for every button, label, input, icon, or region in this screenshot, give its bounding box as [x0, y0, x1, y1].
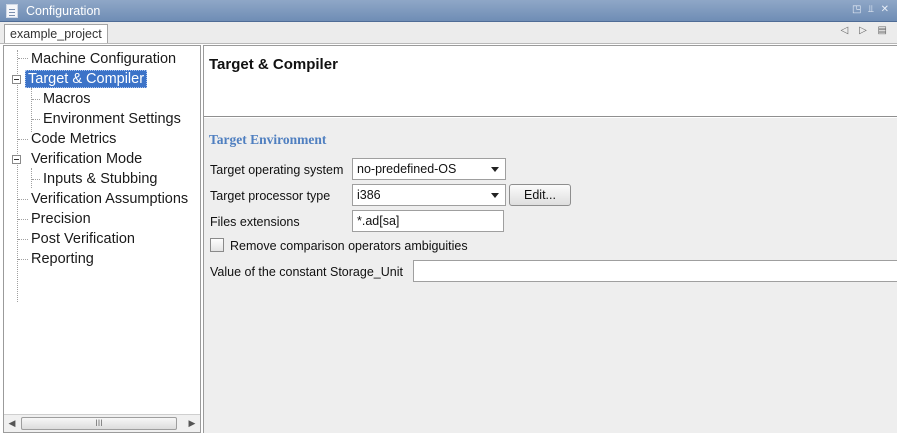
tree-connector: [18, 259, 28, 260]
edit-button[interactable]: Edit...: [509, 184, 571, 206]
tree-item-verification-mode[interactable]: Verification Mode: [29, 149, 144, 169]
remove-ambiguities-checkbox[interactable]: [210, 238, 224, 252]
settings-header: Target & Compiler: [204, 46, 897, 117]
processor-type-label: Target processor type: [210, 189, 331, 203]
tree-item-label: Environment Settings: [43, 111, 181, 127]
tab-navigation-icons[interactable]: ◁ ▷ ▤: [841, 25, 891, 36]
tree-connector: [18, 139, 28, 140]
tree-item-label: Inputs & Stubbing: [43, 171, 158, 187]
tree-connector: [32, 179, 40, 180]
tree-item-machine-configuration[interactable]: Machine Configuration: [29, 49, 178, 69]
tree-item-label: Verification Assumptions: [31, 191, 189, 207]
tree-item-label: Reporting: [31, 251, 94, 267]
scroll-left-icon[interactable]: ◀: [4, 415, 20, 432]
files-extensions-input[interactable]: *.ad[sa]: [352, 210, 504, 232]
tree-connector: [32, 99, 40, 100]
tree-item-label: Macros: [43, 91, 91, 107]
tree-item-label: Machine Configuration: [31, 51, 177, 67]
tree-connector: [17, 50, 18, 302]
processor-type-value: i386: [357, 188, 381, 202]
tree-item-code-metrics[interactable]: Code Metrics: [29, 129, 118, 149]
tree-item-label: Target & Compiler: [25, 70, 148, 88]
tree-connector: [18, 199, 28, 200]
page-title: Target & Compiler: [209, 56, 338, 73]
window-title: Configuration: [26, 3, 101, 18]
tree-item-reporting[interactable]: Reporting: [29, 249, 96, 269]
tree-item-target-compiler[interactable]: Target & Compiler: [25, 69, 148, 89]
document-icon: [6, 3, 18, 18]
chevron-down-icon: [491, 193, 499, 198]
target-os-label: Target operating system: [210, 163, 344, 177]
remove-ambiguities-label: Remove comparison operators ambiguities: [230, 239, 468, 253]
collapse-icon[interactable]: [12, 155, 21, 164]
collapse-icon[interactable]: [12, 75, 21, 84]
configuration-tree-panel: Machine Configuration Target & Compiler …: [3, 45, 201, 433]
processor-type-select[interactable]: i386: [352, 184, 506, 206]
storage-unit-input[interactable]: [413, 260, 897, 282]
configuration-tree: Machine Configuration Target & Compiler …: [4, 48, 200, 408]
chevron-down-icon: [491, 167, 499, 172]
tree-connector: [31, 88, 32, 132]
tree-horizontal-scrollbar[interactable]: ◀ III ▶: [4, 414, 200, 432]
tree-item-label: Verification Mode: [31, 151, 143, 167]
tree-item-macros[interactable]: Macros: [41, 89, 93, 109]
settings-body: Target Environment Target operating syst…: [204, 118, 897, 433]
target-os-value: no-predefined-OS: [357, 162, 457, 176]
window-titlebar: Configuration ◳ ⫫ ✕: [0, 0, 897, 22]
project-tab-bar: example_project ◁ ▷ ▤: [0, 22, 897, 44]
tree-connector: [18, 239, 28, 240]
tree-item-label: Post Verification: [31, 231, 135, 247]
target-os-select[interactable]: no-predefined-OS: [352, 158, 506, 180]
scroll-right-icon[interactable]: ▶: [184, 415, 200, 432]
tree-connector: [18, 58, 28, 59]
tree-connector: [32, 119, 40, 120]
storage-unit-label: Value of the constant Storage_Unit: [210, 265, 403, 279]
tab-example-project[interactable]: example_project: [4, 24, 108, 43]
tree-item-post-verification[interactable]: Post Verification: [29, 229, 137, 249]
tree-connector: [31, 168, 32, 188]
tree-item-inputs-stubbing[interactable]: Inputs & Stubbing: [41, 169, 159, 189]
tree-item-environment-settings[interactable]: Environment Settings: [41, 109, 183, 129]
scrollbar-thumb[interactable]: III: [21, 417, 177, 430]
files-extensions-label: Files extensions: [210, 215, 300, 229]
tree-item-label: Precision: [31, 211, 91, 227]
tree-item-verification-assumptions[interactable]: Verification Assumptions: [29, 189, 190, 209]
settings-panel: Target & Compiler Target Environment Tar…: [203, 45, 897, 433]
window-controls[interactable]: ◳ ⫫ ✕: [852, 4, 891, 15]
tree-connector: [18, 219, 28, 220]
tree-item-label: Code Metrics: [31, 131, 117, 147]
tree-item-precision[interactable]: Precision: [29, 209, 93, 229]
section-title-target-environment: Target Environment: [209, 132, 327, 147]
